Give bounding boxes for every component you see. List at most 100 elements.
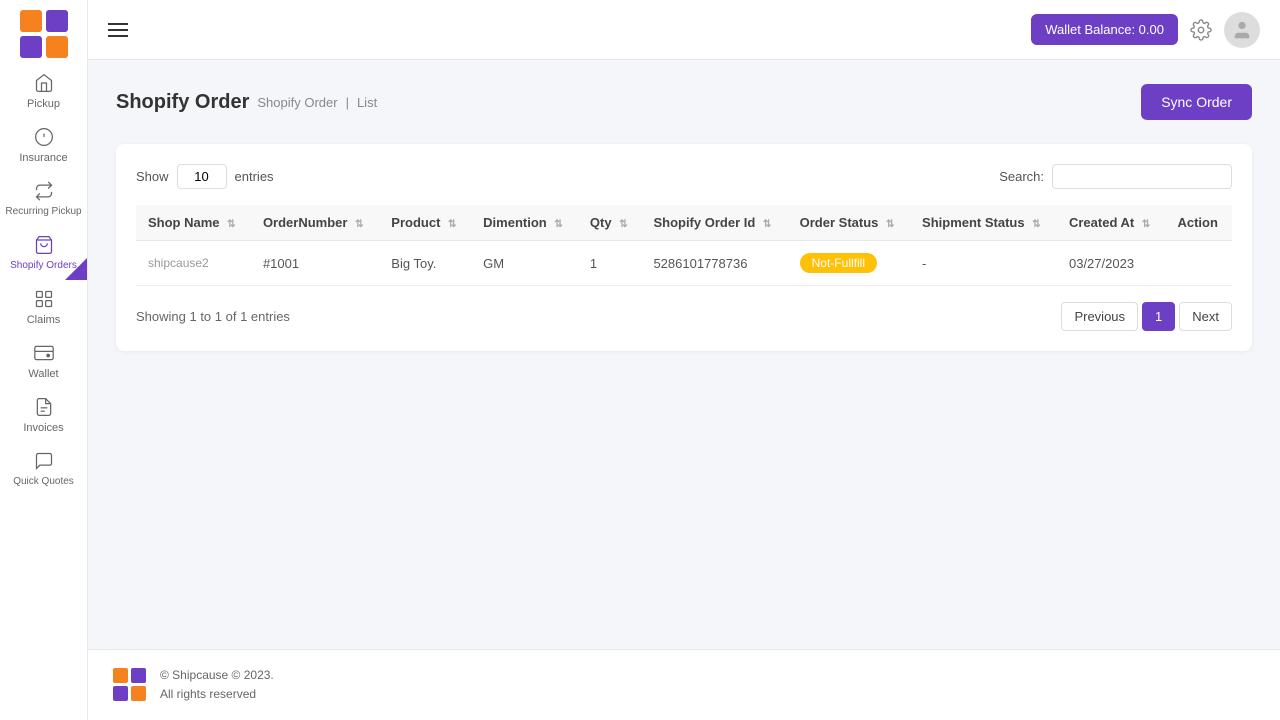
sidebar-item-insurance[interactable]: Insurance <box>0 118 87 172</box>
col-shopify-order-id[interactable]: Shopify Order Id ⇅ <box>641 205 787 241</box>
search-area: Search: <box>999 164 1232 189</box>
sidebar-item-invoices[interactable]: Invoices <box>0 388 87 442</box>
table-body: shipcause2 #1001 Big Toy. GM 1 528610177… <box>136 241 1232 286</box>
sidebar-item-label: Recurring Pickup <box>5 206 81 218</box>
breadcrumb: Shopify Order | List <box>257 95 377 110</box>
sidebar-item-label: Claims <box>27 314 61 326</box>
sort-icon-order-number: ⇅ <box>355 219 363 230</box>
header: Wallet Balance: 0.00 <box>88 0 1280 60</box>
sidebar-item-label: Shopify Orders <box>10 260 77 272</box>
col-created-at[interactable]: Created At ⇅ <box>1057 205 1166 241</box>
status-badge: Not-Fullfill <box>800 253 877 273</box>
sync-order-button[interactable]: Sync Order <box>1141 84 1252 120</box>
col-product[interactable]: Product ⇅ <box>379 205 471 241</box>
col-order-number[interactable]: OrderNumber ⇅ <box>251 205 379 241</box>
show-label: Show <box>136 169 169 184</box>
sidebar-item-wallet[interactable]: Wallet <box>0 334 87 388</box>
entries-label: entries <box>235 169 274 184</box>
table-top-controls: Show entries Search: <box>136 164 1232 189</box>
content-area: Shopify Order Shopify Order | List Sync … <box>88 60 1280 649</box>
col-action: Action <box>1165 205 1232 241</box>
show-entries-control: Show entries <box>136 164 274 189</box>
page-title-area: Shopify Order Shopify Order | List <box>116 91 377 114</box>
sidebar-item-label: Invoices <box>23 422 63 434</box>
main-area: Wallet Balance: 0.00 Shopify Order <box>88 0 1280 720</box>
header-left <box>108 23 128 37</box>
col-dimention[interactable]: Dimention ⇅ <box>471 205 578 241</box>
shopify-icon <box>33 234 55 256</box>
cell-qty: 1 <box>578 241 642 286</box>
pagination-next[interactable]: Next <box>1179 302 1232 331</box>
sidebar-item-shopify-orders[interactable]: Shopify Orders <box>0 226 87 280</box>
footer-rights: All rights reserved <box>160 685 274 704</box>
avatar[interactable] <box>1224 12 1260 48</box>
page-header: Shopify Order Shopify Order | List Sync … <box>116 84 1252 120</box>
cell-shop-name: shipcause2 <box>136 241 251 286</box>
sidebar-item-recurring-pickup[interactable]: Recurring Pickup <box>0 172 87 226</box>
sidebar-item-label: Insurance <box>19 152 67 164</box>
col-shop-name[interactable]: Shop Name ⇅ <box>136 205 251 241</box>
sidebar-item-claims[interactable]: Claims <box>0 280 87 334</box>
settings-button[interactable] <box>1190 19 1212 41</box>
showing-text: Showing 1 to 1 of 1 entries <box>136 309 290 324</box>
page-title: Shopify Order <box>116 91 249 114</box>
pagination: Previous 1 Next <box>1061 302 1232 331</box>
sidebar: Pickup Insurance Recurring Pickup <box>0 0 88 720</box>
settings-icon <box>1190 19 1212 41</box>
search-label: Search: <box>999 169 1044 184</box>
cell-shipment-status: - <box>910 241 1057 286</box>
sort-icon-shopify-id: ⇅ <box>763 219 771 230</box>
sidebar-item-label: Pickup <box>27 98 60 110</box>
cell-order-number: #1001 <box>251 241 379 286</box>
sort-icon-shop-name: ⇅ <box>227 219 235 230</box>
hamburger-line <box>108 29 128 31</box>
sidebar-item-label: Quick Quotes <box>13 476 74 488</box>
header-right: Wallet Balance: 0.00 <box>1031 12 1260 48</box>
sidebar-item-pickup[interactable]: Pickup <box>0 64 87 118</box>
pagination-previous[interactable]: Previous <box>1061 302 1138 331</box>
sidebar-logo <box>18 8 70 60</box>
breadcrumb-current: List <box>357 95 377 110</box>
entries-input[interactable] <box>177 164 227 189</box>
user-icon <box>1231 19 1253 41</box>
search-input[interactable] <box>1052 164 1232 189</box>
table-header: Shop Name ⇅ OrderNumber ⇅ Product ⇅ Di <box>136 205 1232 241</box>
table-container: Show entries Search: Shop Name ⇅ <box>116 144 1252 351</box>
footer-text: © Shipcause © 2023. All rights reserved <box>160 666 274 704</box>
wallet-balance-button[interactable]: Wallet Balance: 0.00 <box>1031 14 1178 45</box>
sort-icon-created-at: ⇅ <box>1142 219 1150 230</box>
breadcrumb-sep: | <box>346 95 349 110</box>
hamburger-line <box>108 35 128 37</box>
sort-icon-order-status: ⇅ <box>886 219 894 230</box>
wallet-icon <box>33 342 55 364</box>
claims-icon <box>33 288 55 310</box>
footer: © Shipcause © 2023. All rights reserved <box>88 649 1280 720</box>
table-row: shipcause2 #1001 Big Toy. GM 1 528610177… <box>136 241 1232 286</box>
breadcrumb-link[interactable]: Shopify Order <box>257 95 337 110</box>
sort-icon-dimention: ⇅ <box>554 219 562 230</box>
footer-logo <box>112 667 148 703</box>
cell-dimention: GM <box>471 241 578 286</box>
col-shipment-status[interactable]: Shipment Status ⇅ <box>910 205 1057 241</box>
cell-order-status: Not-Fullfill <box>788 241 910 286</box>
insurance-icon <box>33 126 55 148</box>
sort-icon-qty: ⇅ <box>619 219 627 230</box>
footer-copyright: © Shipcause © 2023. <box>160 666 274 685</box>
cell-created-at: 03/27/2023 <box>1057 241 1166 286</box>
hamburger-button[interactable] <box>108 23 128 37</box>
cell-product: Big Toy. <box>379 241 471 286</box>
recurring-icon <box>33 180 55 202</box>
quotes-icon <box>33 450 55 472</box>
col-qty[interactable]: Qty ⇅ <box>578 205 642 241</box>
hamburger-line <box>108 23 128 25</box>
pagination-page-1[interactable]: 1 <box>1142 302 1175 331</box>
cell-shopify-order-id: 5286101778736 <box>641 241 787 286</box>
table-footer: Showing 1 to 1 of 1 entries Previous 1 N… <box>136 302 1232 331</box>
sidebar-item-quick-quotes[interactable]: Quick Quotes <box>0 442 87 496</box>
sort-icon-product: ⇅ <box>448 219 456 230</box>
invoices-icon <box>33 396 55 418</box>
pickup-icon <box>33 72 55 94</box>
col-order-status[interactable]: Order Status ⇅ <box>788 205 910 241</box>
cell-action <box>1165 241 1232 286</box>
sidebar-item-label: Wallet <box>28 368 58 380</box>
